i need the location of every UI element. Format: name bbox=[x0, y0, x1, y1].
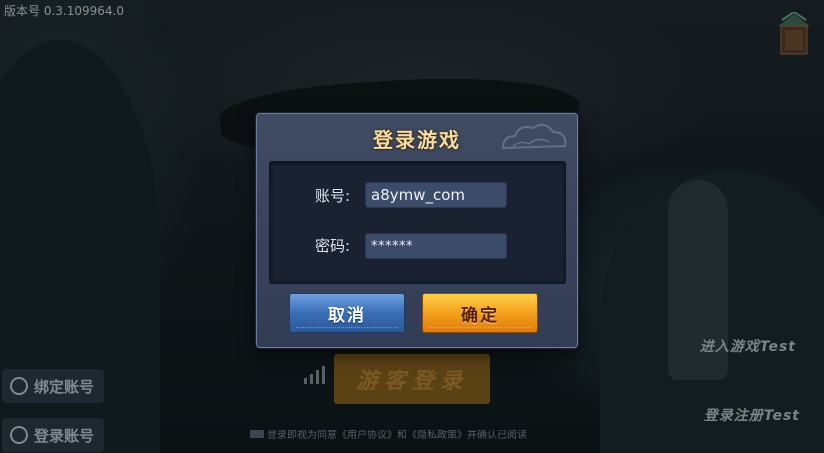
button-trim bbox=[429, 326, 531, 328]
dialog-title: 登录游戏 bbox=[373, 128, 461, 152]
account-input[interactable] bbox=[365, 182, 507, 208]
agreement-text: 登录即视为同意《用户协议》和《隐私政策》并确认已阅读 bbox=[267, 430, 527, 441]
pavilion-icon[interactable] bbox=[776, 12, 812, 58]
credentials-panel: 账号: 密码: bbox=[269, 161, 566, 284]
cancel-label: 取消 bbox=[328, 305, 366, 326]
version-label: 版本号 0.3.109964.0 bbox=[4, 4, 124, 18]
account-label: 账号: bbox=[314, 187, 350, 205]
password-label: 密码: bbox=[314, 237, 350, 255]
checkbox[interactable] bbox=[250, 430, 264, 438]
login-dialog: 登录游戏 账号: 密码: 取消 确定 bbox=[256, 113, 578, 348]
login-account-button[interactable]: 登录账号 bbox=[2, 418, 104, 452]
agreement-row[interactable]: 登录即视为同意《用户协议》和《隐私政策》并确认已阅读 bbox=[250, 430, 530, 442]
guest-login-button[interactable]: 游客登录 bbox=[334, 354, 490, 404]
login-icon bbox=[10, 426, 28, 444]
signal-bars-icon bbox=[304, 364, 328, 384]
password-input[interactable] bbox=[365, 233, 507, 259]
login-account-label: 登录账号 bbox=[34, 426, 95, 445]
button-trim bbox=[296, 326, 398, 328]
enter-game-test-button[interactable]: 进入游戏Test bbox=[700, 336, 796, 356]
bind-account-label: 绑定账号 bbox=[34, 377, 95, 396]
bind-account-button[interactable]: 绑定账号 bbox=[2, 369, 104, 403]
confirm-button[interactable]: 确定 bbox=[422, 293, 538, 333]
user-icon bbox=[10, 377, 28, 395]
register-test-button[interactable]: 登录注册Test bbox=[704, 405, 800, 425]
cancel-button[interactable]: 取消 bbox=[289, 293, 405, 333]
confirm-label: 确定 bbox=[461, 305, 499, 326]
